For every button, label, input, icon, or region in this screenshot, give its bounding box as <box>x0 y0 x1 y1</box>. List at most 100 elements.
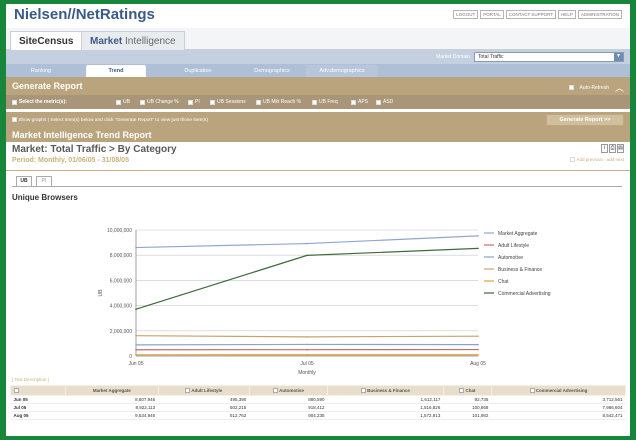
tab-ub[interactable]: UB <box>16 176 32 186</box>
row-label: Jul 05 <box>10 403 66 413</box>
row-label: Jun 05 <box>10 395 66 405</box>
row-checkbox[interactable] <box>360 388 366 394</box>
row-checkbox[interactable] <box>185 388 191 394</box>
tab-mi-suffix: Intelligence <box>122 36 176 47</box>
metrics-label: Select the metric(s): <box>12 99 67 105</box>
metric-checkbox[interactable] <box>140 99 145 105</box>
legend-label: Adult Lifestyle <box>498 243 529 249</box>
table-cell: 918,412 <box>249 403 328 413</box>
y-axis-title: UB <box>98 289 104 297</box>
row-label: Aug 05 <box>10 411 66 421</box>
header-select <box>10 384 66 397</box>
row-checkbox[interactable] <box>459 388 465 394</box>
generate-report-title: Generate Report <box>12 81 83 91</box>
data-point <box>306 343 308 346</box>
data-point <box>135 334 137 337</box>
metric-ub[interactable]: UB <box>116 99 130 105</box>
metric-checkbox[interactable] <box>312 99 317 105</box>
metric-subtabs: UB PI <box>12 174 630 188</box>
table-cell: 8,542,471 <box>491 411 626 421</box>
nav-demographics[interactable]: Demographics <box>242 65 302 77</box>
metric-checkbox[interactable] <box>210 99 215 105</box>
metric-ub-mkt-reach[interactable]: UB Mkt Reach % <box>256 99 301 105</box>
tab-market-intelligence[interactable]: Market Intelligence <box>81 31 185 50</box>
period-links-text: Add previous - add next <box>576 157 624 162</box>
divider <box>12 186 622 187</box>
data-point <box>135 344 137 346</box>
row-checkbox[interactable] <box>529 388 535 394</box>
table-cell: 9,534,946 <box>65 411 159 421</box>
metric-ub-change[interactable]: UB Change % <box>140 99 179 105</box>
table-cell: 101,982 <box>443 411 492 421</box>
market-domain-bar: Market Domain Total Traffic ▼ <box>6 50 630 64</box>
export-icon[interactable]: ▤ <box>617 144 624 153</box>
logout-link[interactable]: LOGOUT <box>453 10 479 19</box>
table-cell: 1,516,826 <box>327 403 444 413</box>
tab-pi[interactable]: PI <box>36 176 52 186</box>
metric-checkbox[interactable] <box>188 99 193 105</box>
col-header-chat: Chat <box>442 384 492 397</box>
table-cell: 1,612,117 <box>327 395 444 405</box>
administration-link[interactable]: ADMINISTRATION <box>577 10 622 19</box>
metric-checkbox[interactable] <box>116 99 121 105</box>
help-link[interactable]: HELP <box>558 10 576 19</box>
table-cell: 8,607,946 <box>65 395 159 405</box>
tab-sitecensus[interactable]: SiteCensus <box>10 31 83 50</box>
row-checkbox[interactable] <box>273 388 278 394</box>
metric-checkbox[interactable] <box>376 99 381 105</box>
metric-checkbox[interactable] <box>256 99 261 105</box>
chart-title: Unique Browsers <box>12 193 78 202</box>
portal-link[interactable]: PORTAL <box>480 10 504 19</box>
metric-pi[interactable]: PI <box>188 99 200 105</box>
nav-duplication[interactable]: Duplication <box>168 65 228 77</box>
market-domain-select[interactable]: Total Traffic ▼ <box>474 52 624 62</box>
metric-asd[interactable]: ASD <box>376 99 393 105</box>
info-icon[interactable]: i <box>601 144 608 153</box>
auto-refresh-checkbox[interactable] <box>568 85 574 90</box>
table-cell: 3,712,561 <box>491 395 626 405</box>
table-cell: 1,572,913 <box>327 411 444 421</box>
metric-aps[interactable]: APS <box>351 99 368 105</box>
legend-label: Commercial Advertising <box>498 291 551 297</box>
contact-support-link[interactable]: CONTACT SUPPORT <box>505 10 557 19</box>
print-icon[interactable]: ⎙ <box>609 144 616 153</box>
nav-trend[interactable]: Trend <box>86 65 146 77</box>
chevron-down-icon[interactable]: ▼ <box>614 53 623 61</box>
period-checkbox[interactable] <box>570 157 576 163</box>
col-label: Adult Lifestyle <box>191 388 223 393</box>
nav-adv-demographics[interactable]: Adv.demographics <box>306 65 378 77</box>
divider <box>6 170 630 171</box>
text-description-link[interactable]: [ Text Description ] <box>12 377 49 382</box>
metric-label: UB Change % <box>147 99 179 105</box>
data-point <box>306 353 308 356</box>
metric-ub-freq[interactable]: UB Freq <box>312 99 338 105</box>
select-all-checkbox[interactable] <box>14 388 19 394</box>
col-header-automotive: Automotive <box>248 384 329 397</box>
table-cell: 92,735 <box>443 395 492 405</box>
x-tick-label: Aug 05 <box>470 361 486 367</box>
generate-report-header: Generate Report Auto-Refresh ︿ <box>6 77 630 95</box>
top-links: LOGOUT PORTAL CONTACT SUPPORT HELP ADMIN… <box>453 10 622 19</box>
metric-ub-sessions[interactable]: UB Sessions <box>210 99 246 105</box>
metric-checkbox[interactable] <box>351 99 356 105</box>
period-links[interactable]: Add previous - add next <box>570 157 624 163</box>
table-cell: 502,215 <box>158 403 250 413</box>
col-label: Business & Finance <box>367 388 410 393</box>
metric-label: UB Sessions <box>217 99 246 105</box>
nav-ranking[interactable]: Ranking <box>16 65 66 77</box>
legend-label: Automotive <box>498 255 523 261</box>
table-cell: 8,922,113 <box>65 403 159 413</box>
tab-mi-prefix: Market <box>90 36 123 47</box>
table-row: Jul 05 8,922,113 502,215 918,412 1,516,8… <box>10 403 626 413</box>
generate-report-button[interactable]: Generate Report >> <box>546 114 624 126</box>
y-tick-label: 2,000,000 <box>110 329 132 335</box>
show-graphs-checkbox[interactable] <box>12 117 17 122</box>
x-tick-label: Jun 05 <box>128 361 143 367</box>
data-point <box>306 348 308 351</box>
chevron-up-icon[interactable]: ︿ <box>615 81 624 94</box>
col-label: Automotive <box>279 388 304 393</box>
select-all-checkbox[interactable] <box>12 99 17 105</box>
table-cell: 512,762 <box>158 411 250 421</box>
y-tick-label: 8,000,000 <box>110 253 132 259</box>
table-cell: 495,390 <box>158 395 250 405</box>
